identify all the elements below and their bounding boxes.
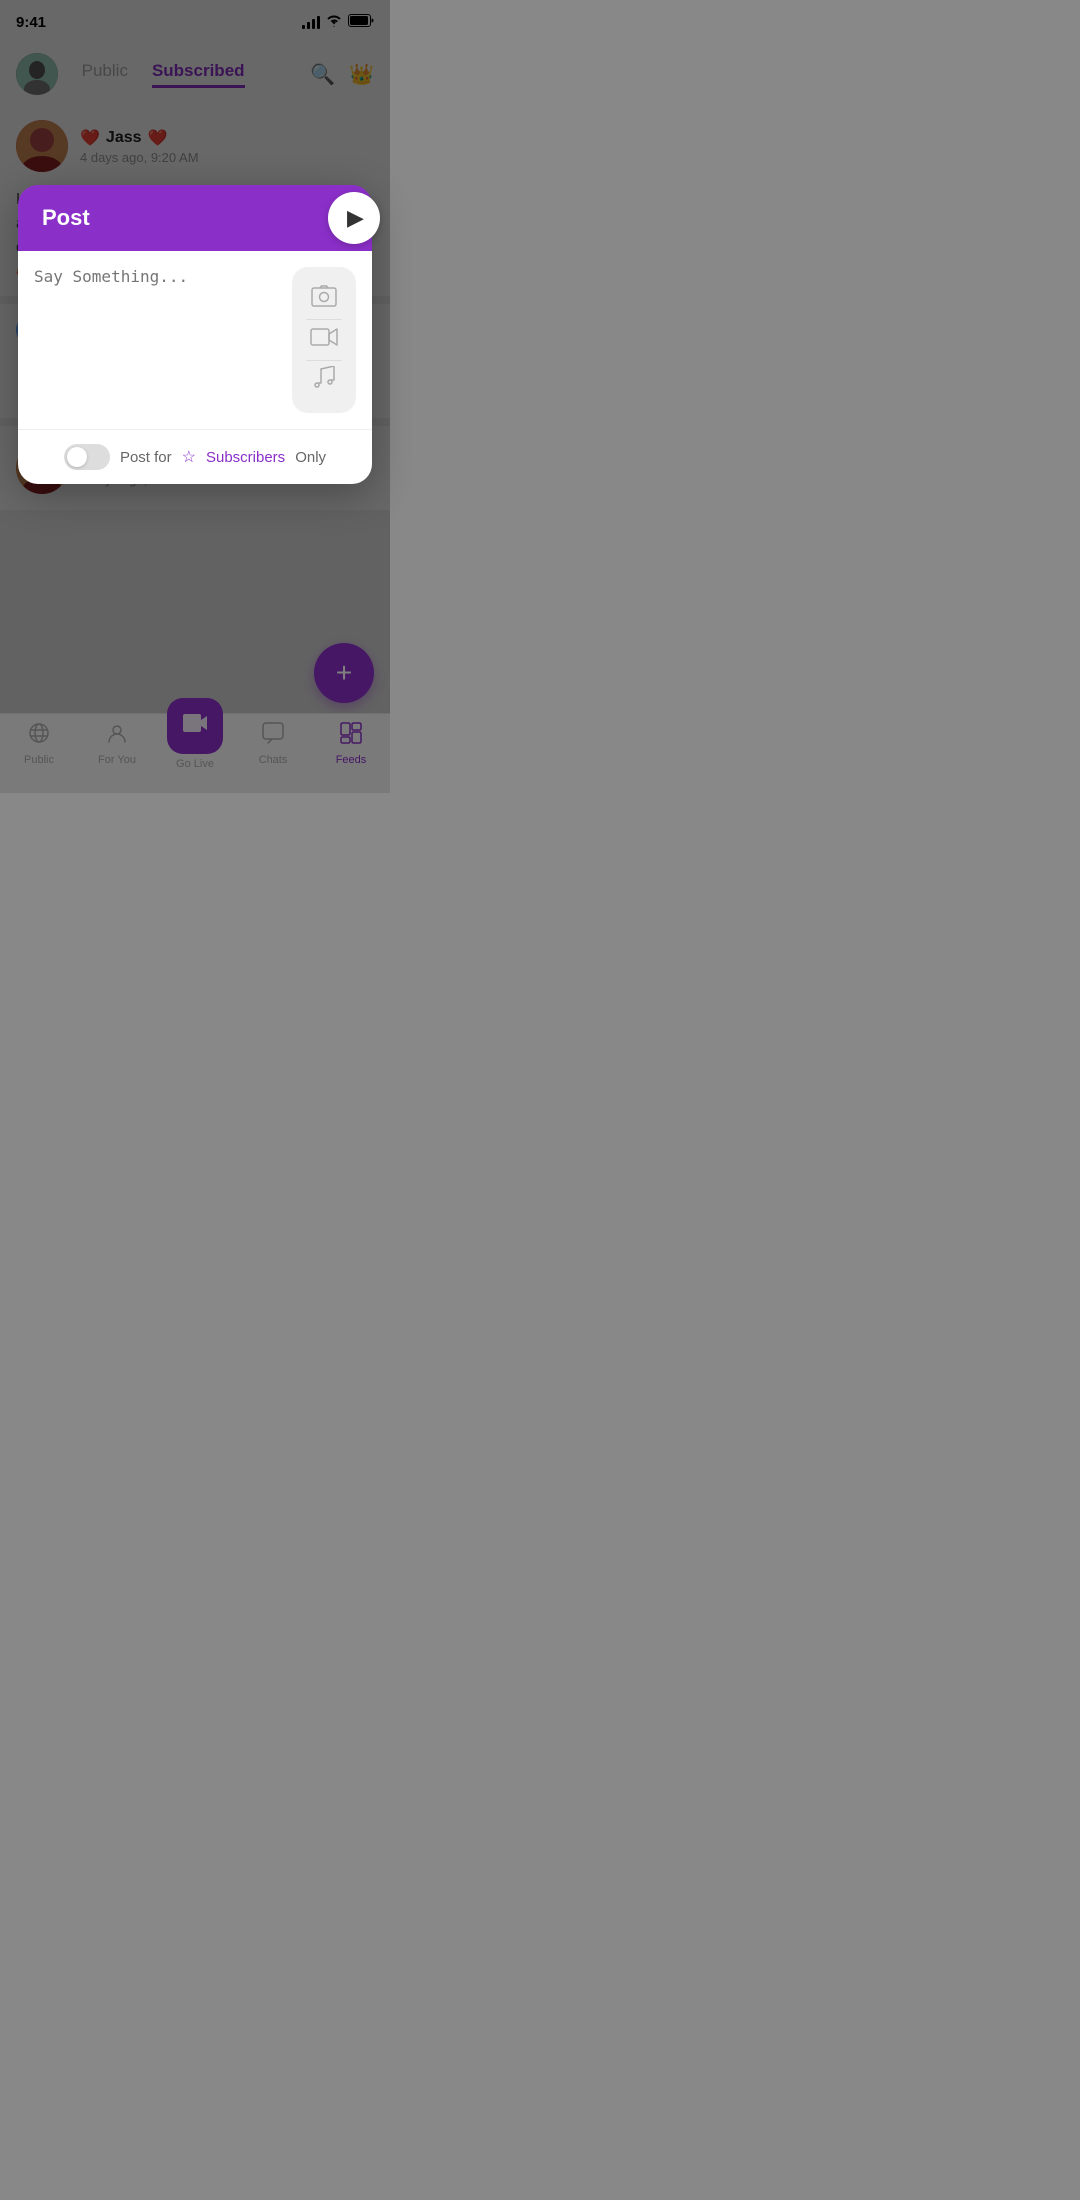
subscribers-toggle[interactable]	[64, 444, 110, 470]
modal-header: Post ▶	[18, 185, 372, 251]
only-label: Only	[295, 449, 326, 466]
send-button[interactable]: ▶	[328, 192, 380, 244]
toggle-knob	[67, 447, 87, 467]
post-modal: Post ▶	[18, 185, 372, 484]
star-icon: ☆	[182, 447, 196, 467]
video-button[interactable]	[304, 320, 344, 360]
media-sidebar	[292, 267, 356, 413]
post-for-label: Post for	[120, 449, 172, 466]
modal-title: Post	[42, 205, 90, 231]
modal-footer: Post for ☆ Subscribers Only	[18, 429, 372, 484]
subscribers-label: Subscribers	[206, 449, 285, 466]
music-button[interactable]	[304, 361, 344, 401]
modal-input-area	[18, 251, 372, 429]
post-text-input[interactable]	[34, 267, 284, 413]
photo-icon	[311, 285, 337, 313]
send-icon: ▶	[347, 205, 364, 231]
modal-body: Post for ☆ Subscribers Only	[18, 251, 372, 484]
photo-button[interactable]	[304, 279, 344, 319]
video-icon	[310, 327, 338, 353]
music-icon	[312, 366, 336, 396]
